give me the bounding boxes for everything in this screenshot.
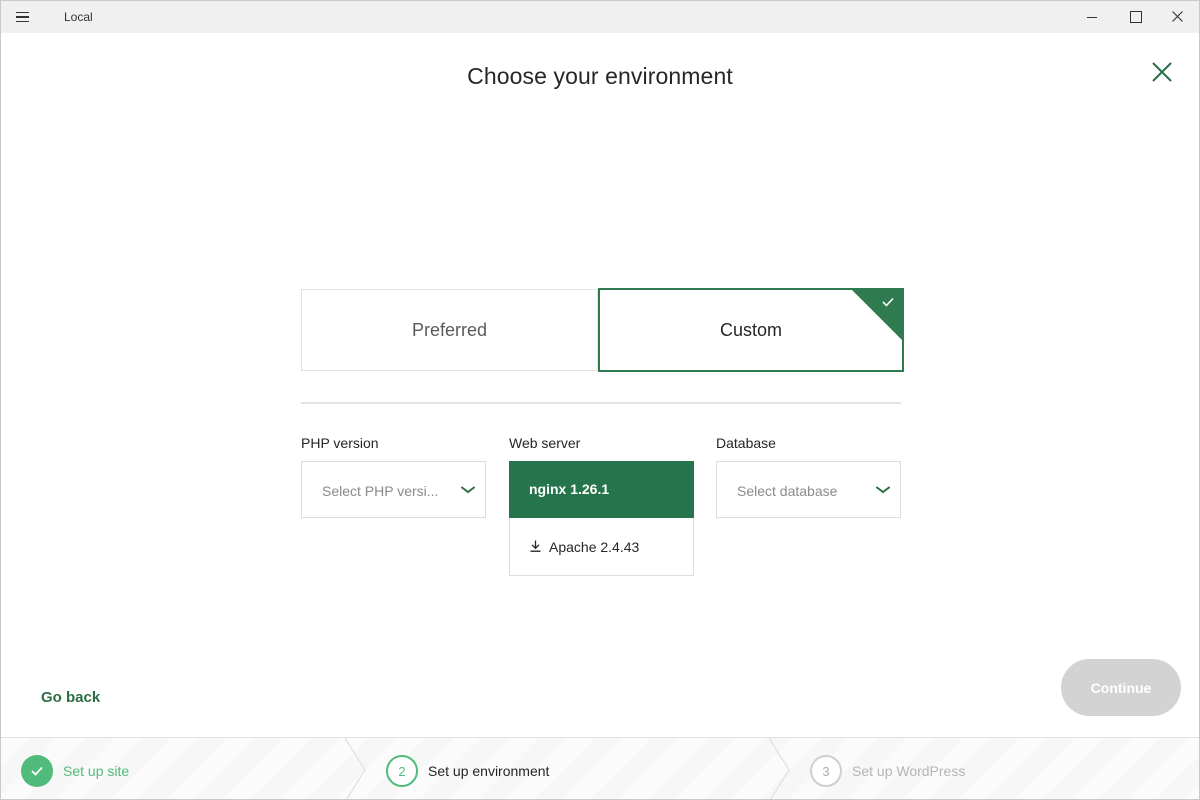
- continue-button[interactable]: Continue: [1061, 659, 1181, 716]
- web-server-label: Web server: [509, 435, 581, 451]
- php-version-label: PHP version: [301, 435, 379, 451]
- close-icon: [1152, 62, 1172, 82]
- setup-stepper: Set up site 2 Set up environment 3 Set u…: [1, 737, 1199, 799]
- modal-close-button[interactable]: [1151, 61, 1173, 83]
- checkmark-icon: [31, 766, 43, 776]
- title-bar: Local: [1, 1, 1199, 33]
- database-label: Database: [716, 435, 776, 451]
- web-server-dropdown: nginx 1.26.1 Apache 2.4.43: [509, 461, 694, 576]
- window-close-button[interactable]: [1154, 1, 1199, 33]
- close-icon: [1172, 11, 1183, 22]
- step-label: Set up WordPress: [852, 763, 966, 779]
- preferred-option-card[interactable]: Preferred: [301, 289, 598, 371]
- section-divider: [301, 402, 901, 404]
- minimize-button[interactable]: [1069, 1, 1115, 33]
- database-select[interactable]: Select database: [716, 461, 901, 518]
- step-separator-icon: [344, 738, 366, 799]
- page-title: Choose your environment: [467, 63, 733, 89]
- go-back-link[interactable]: Go back: [41, 689, 100, 706]
- app-title: Local: [64, 10, 93, 24]
- web-server-option-label: Apache 2.4.43: [549, 539, 640, 555]
- step-label: Set up environment: [428, 763, 550, 779]
- preferred-option-label: Preferred: [411, 319, 488, 340]
- step-separator-icon: [768, 738, 790, 799]
- stepper-background-pattern: [1, 738, 1199, 799]
- step-number-badge: 3: [810, 755, 842, 787]
- maximize-button[interactable]: [1111, 1, 1157, 33]
- web-server-selected-option[interactable]: nginx 1.26.1: [509, 461, 694, 518]
- custom-option-label: Custom: [719, 319, 782, 340]
- step-number-badge: 2: [386, 755, 418, 787]
- selected-corner-badge: [852, 290, 902, 340]
- php-version-select[interactable]: Select PHP versi...: [301, 461, 486, 518]
- web-server-option-apache[interactable]: Apache 2.4.43: [510, 518, 693, 575]
- chevron-down-icon: [876, 486, 890, 494]
- app-window: Local Choose your environment Preferred …: [0, 0, 1200, 800]
- checkmark-icon: [882, 297, 894, 307]
- chevron-down-icon: [461, 486, 475, 494]
- custom-option-card[interactable]: Custom: [598, 288, 904, 372]
- step-complete-badge: [21, 755, 53, 787]
- database-placeholder: Select database: [737, 483, 838, 499]
- step-label: Set up site: [63, 763, 130, 779]
- web-server-selected-label: nginx 1.26.1: [529, 481, 610, 497]
- php-version-placeholder: Select PHP versi...: [322, 483, 439, 499]
- menu-icon[interactable]: [16, 12, 29, 22]
- download-icon: [530, 540, 541, 552]
